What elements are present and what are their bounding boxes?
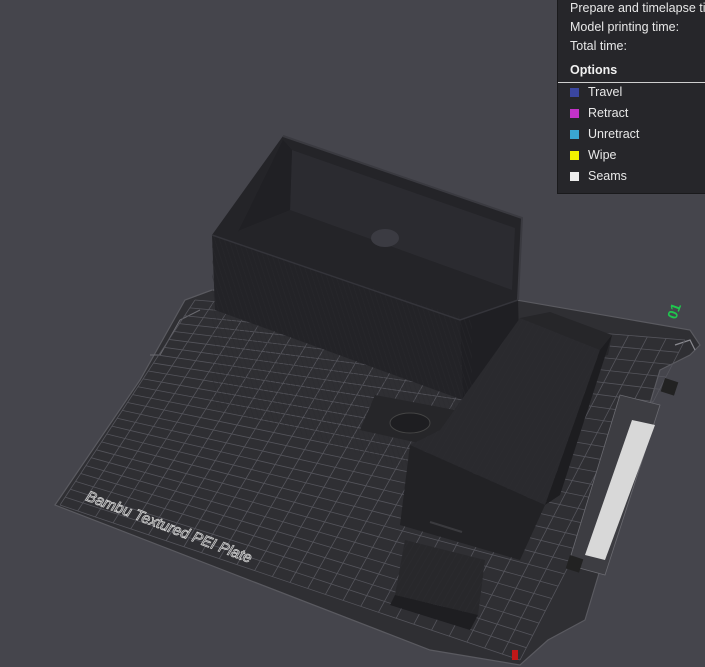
option-label: Unretract [588, 127, 640, 141]
retract-swatch-icon [570, 108, 579, 118]
model-printing-time-label: Model printing time: [570, 20, 680, 34]
plate-number: 01 [664, 301, 684, 321]
option-label: Wipe [588, 148, 617, 162]
prepare-time-label: Prepare and timelapse time: [570, 1, 705, 15]
total-time-label: Total time: [570, 39, 627, 53]
legend-panel: Prepare and timelapse time: Model printi… [557, 0, 705, 194]
option-seams[interactable]: Seams [570, 167, 627, 185]
option-travel[interactable]: Travel [570, 83, 622, 101]
option-unretract[interactable]: Unretract [570, 125, 639, 143]
travel-swatch-icon [570, 87, 579, 97]
option-wipe[interactable]: Wipe [570, 146, 616, 164]
options-header: Options [558, 59, 705, 83]
option-label: Seams [588, 169, 627, 183]
option-label: Travel [588, 85, 623, 99]
wipe-swatch-icon [570, 150, 579, 160]
options-title: Options [570, 63, 618, 77]
option-retract[interactable]: Retract [570, 104, 628, 122]
unretract-swatch-icon [570, 129, 579, 139]
option-label: Retract [588, 106, 629, 120]
seams-swatch-icon [570, 171, 579, 181]
